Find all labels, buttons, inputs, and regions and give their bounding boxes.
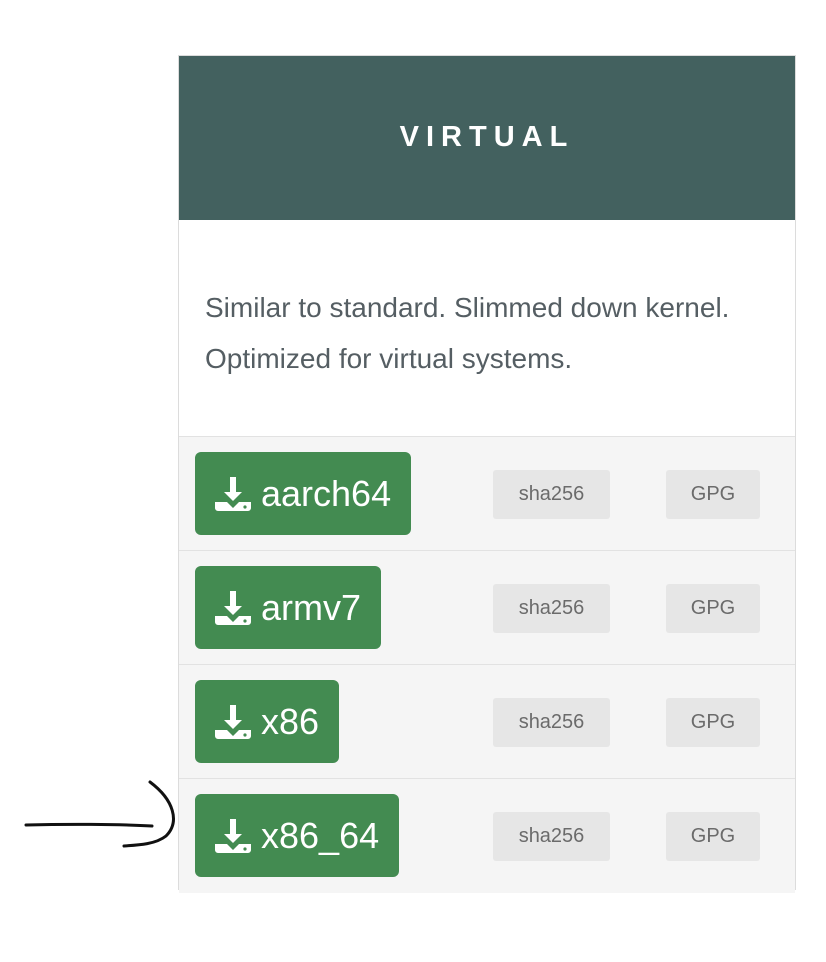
gpg-button-x86_64[interactable]: GPG	[666, 812, 760, 861]
page: VIRTUAL Similar to standard. Slimmed dow…	[0, 0, 826, 962]
download-button-aarch64[interactable]: aarch64	[195, 452, 412, 535]
download-icon	[215, 590, 251, 625]
download-row: aarch64 sha256 GPG	[179, 437, 795, 551]
sha256-button-aarch64[interactable]: sha256	[493, 470, 610, 519]
download-icon	[215, 704, 251, 739]
card-title: VIRTUAL	[399, 120, 575, 153]
download-icon	[215, 476, 251, 511]
download-label: x86_64	[261, 814, 380, 856]
download-button-x86[interactable]: x86	[195, 680, 340, 763]
download-button-armv7[interactable]: armv7	[195, 566, 382, 649]
sha256-button-x86[interactable]: sha256	[493, 698, 610, 747]
download-label: x86	[261, 700, 320, 742]
gpg-button-aarch64[interactable]: GPG	[666, 470, 760, 519]
download-label: aarch64	[261, 472, 392, 514]
download-row: armv7 sha256 GPG	[179, 551, 795, 665]
hand-drawn-arrow-icon	[24, 780, 175, 848]
gpg-button-armv7[interactable]: GPG	[666, 584, 760, 633]
card-description: Similar to standard. Slimmed down kernel…	[179, 220, 795, 437]
download-label: armv7	[261, 586, 362, 628]
download-row: x86_64 sha256 GPG	[179, 779, 795, 893]
sha256-button-armv7[interactable]: sha256	[493, 584, 610, 633]
card-header: VIRTUAL	[179, 56, 795, 220]
download-row: x86 sha256 GPG	[179, 665, 795, 779]
sha256-button-x86_64[interactable]: sha256	[493, 812, 610, 861]
gpg-button-x86[interactable]: GPG	[666, 698, 760, 747]
download-icon	[215, 818, 251, 853]
download-button-x86_64[interactable]: x86_64	[195, 794, 400, 877]
release-card-virtual: VIRTUAL Similar to standard. Slimmed dow…	[178, 55, 796, 893]
